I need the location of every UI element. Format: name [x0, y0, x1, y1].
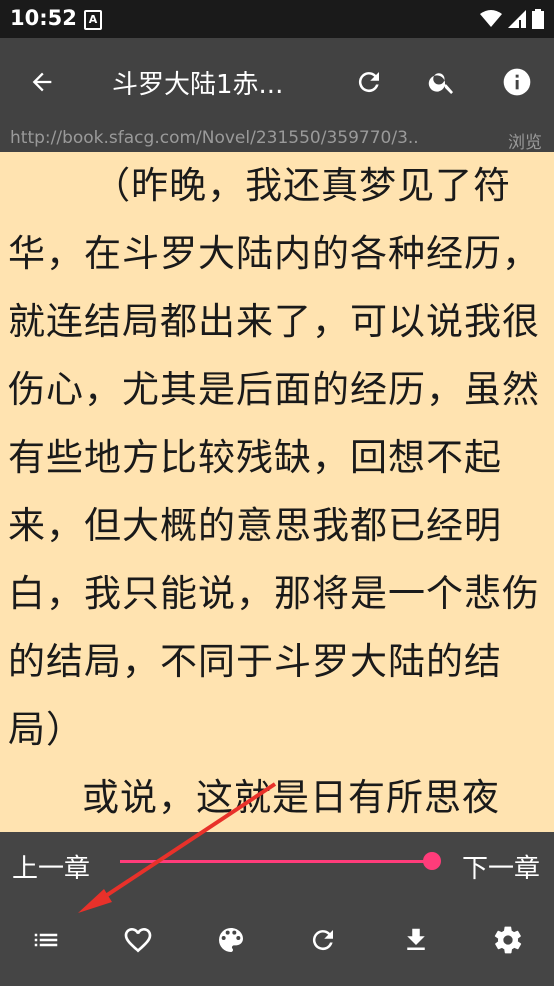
url-bar: http://book.sfacg.com/Novel/231550/35977…	[0, 126, 554, 153]
prev-chapter-button[interactable]: 上一章	[12, 848, 90, 885]
favorite-button[interactable]	[114, 916, 162, 964]
bottom-control-panel: 上一章 下一章	[0, 832, 554, 986]
arrow-left-icon	[32, 72, 52, 92]
refresh-icon	[312, 930, 333, 951]
catalog-button[interactable]	[22, 916, 70, 964]
wifi-icon	[480, 10, 502, 27]
browse-link[interactable]: 浏览	[508, 128, 542, 153]
signal-icon	[508, 10, 526, 28]
reload-button[interactable]	[299, 916, 347, 964]
status-time: 10:52	[10, 6, 77, 30]
page-title: 斗罗大陆1赤...	[112, 70, 284, 100]
theme-button[interactable]	[207, 916, 255, 964]
url-text: http://book.sfacg.com/Novel/231550/35977…	[10, 128, 419, 148]
refresh-icon	[358, 72, 379, 93]
settings-button[interactable]	[484, 916, 532, 964]
content-paragraph: （昨晚，我还真梦见了符华，在斗罗大陆内的各种经历，就连结局都出来了，可以说我很伤…	[8, 164, 540, 751]
gear-icon	[494, 926, 522, 954]
battery-icon	[532, 9, 544, 29]
chapter-progress-track[interactable]	[120, 860, 433, 863]
app-toolbar: 斗罗大陆1赤...	[0, 38, 554, 126]
search-icon	[428, 73, 453, 94]
list-icon	[34, 933, 58, 947]
palette-icon	[219, 928, 243, 952]
back-button[interactable]	[20, 60, 64, 104]
info-button[interactable]	[495, 60, 539, 104]
search-button[interactable]	[420, 60, 464, 104]
next-chapter-button[interactable]: 下一章	[462, 848, 540, 885]
status-indicators	[480, 7, 544, 31]
chapter-progress-thumb[interactable]	[423, 852, 441, 870]
refresh-button[interactable]	[347, 60, 391, 104]
info-icon	[503, 68, 531, 96]
heart-icon	[124, 928, 152, 953]
reading-content[interactable]: （昨晚，我还真梦见了符华，在斗罗大陆内的各种经历，就连结局都出来了，可以说我很伤…	[0, 152, 554, 832]
download-icon	[407, 928, 425, 950]
download-button[interactable]	[392, 916, 440, 964]
content-paragraph: 或说，这就是日有所思夜	[82, 776, 500, 819]
status-bar: 10:52 A	[0, 0, 554, 38]
notification-icon: A	[84, 10, 102, 30]
